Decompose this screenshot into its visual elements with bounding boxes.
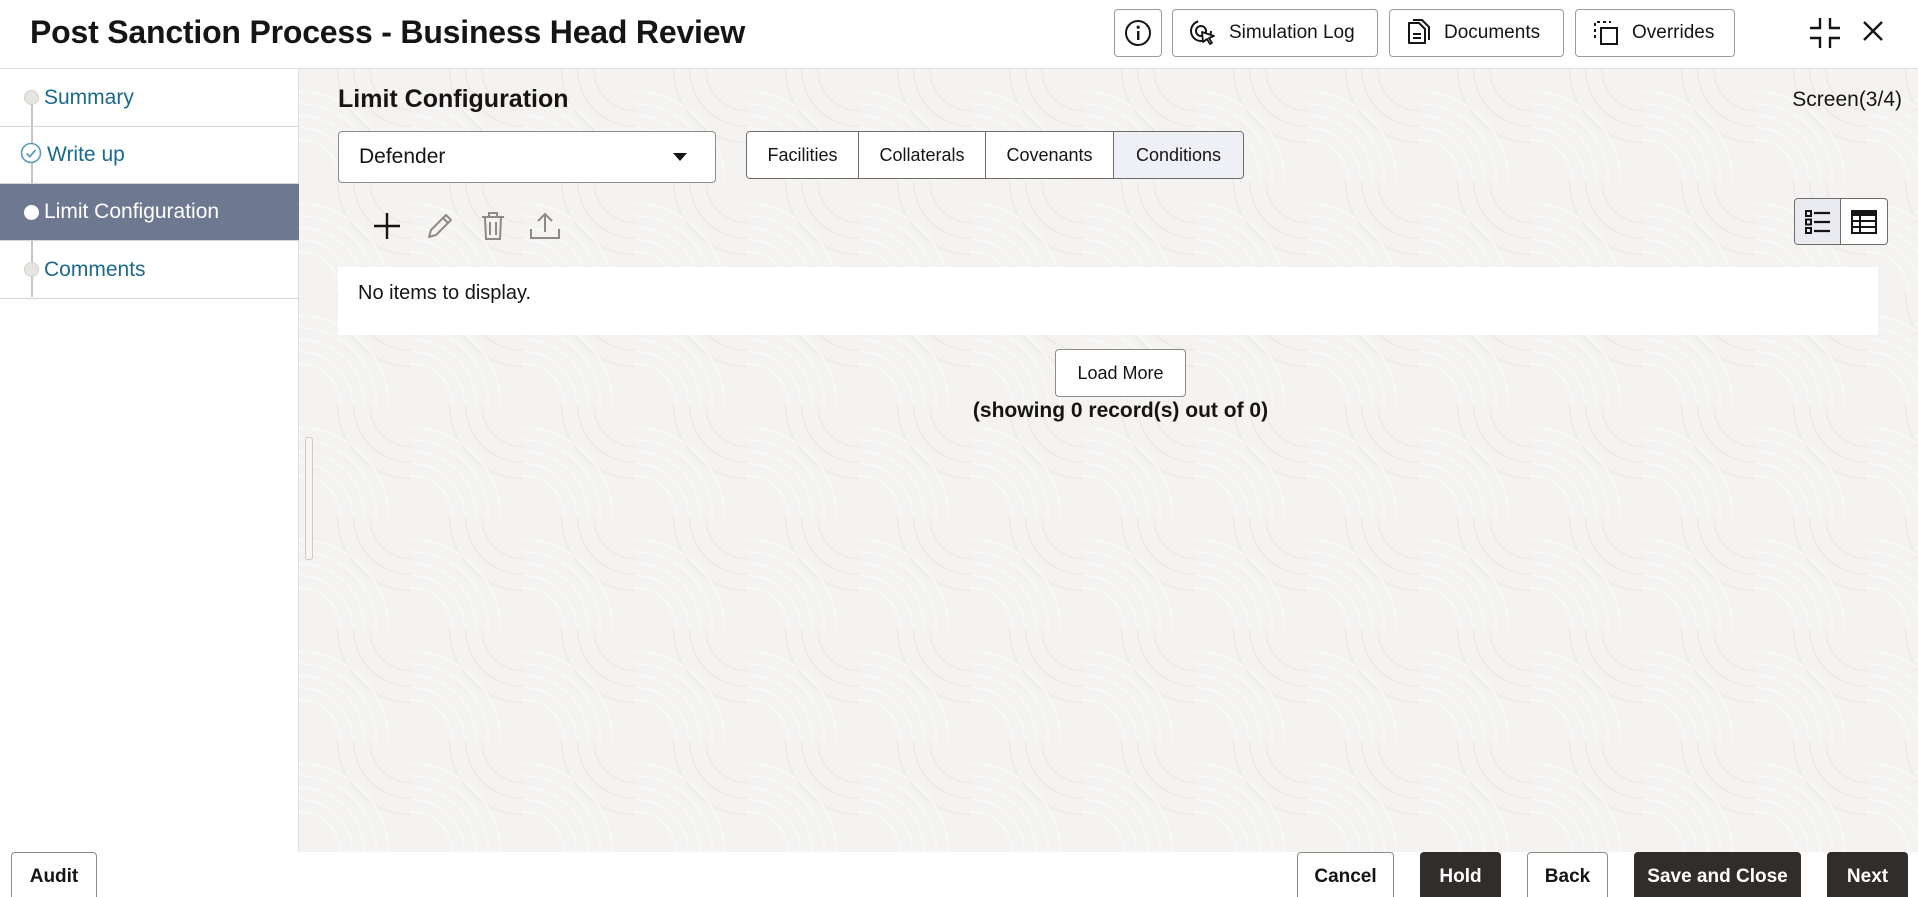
screen-counter: Screen(3/4) <box>1792 88 1902 111</box>
edit-icon[interactable] <box>425 210 455 247</box>
delete-icon[interactable] <box>479 210 507 247</box>
chevron-down-icon <box>673 153 687 161</box>
next-button[interactable]: Next <box>1827 852 1908 897</box>
info-icon <box>1125 20 1151 46</box>
load-more-button[interactable]: Load More <box>1055 349 1186 397</box>
party-select-value: Defender <box>359 145 446 168</box>
sidebar-item-label: Comments <box>44 257 146 281</box>
documents-icon <box>1408 19 1430 44</box>
sidebar-item-label: Summary <box>44 85 134 109</box>
view-toggle <box>1794 198 1888 245</box>
step-dot <box>24 262 39 277</box>
simulation-log-button[interactable]: Simulation Log <box>1172 9 1378 57</box>
section-title: Limit Configuration <box>338 85 569 113</box>
audit-button[interactable]: Audit <box>11 852 97 897</box>
step-dot <box>24 90 39 105</box>
overrides-button[interactable]: Overrides <box>1575 9 1735 57</box>
record-count: (showing 0 record(s) out of 0) <box>972 399 1269 422</box>
save-and-close-button[interactable]: Save and Close <box>1634 852 1801 897</box>
hold-button[interactable]: Hold <box>1420 852 1501 897</box>
documents-button[interactable]: Documents <box>1389 9 1564 57</box>
overrides-icon <box>1594 21 1618 45</box>
sidebar-item-summary[interactable]: Summary <box>0 69 299 127</box>
documents-label: Documents <box>1444 22 1541 43</box>
main-content: Limit Configuration Screen(3/4) Defender… <box>299 69 1918 852</box>
simulation-icon <box>1190 20 1215 45</box>
tab-conditions[interactable]: Conditions <box>1114 132 1243 178</box>
info-button[interactable] <box>1114 9 1162 57</box>
add-icon[interactable] <box>371 210 403 247</box>
sidebar-item-limit-configuration[interactable]: Limit Configuration <box>0 184 299 241</box>
table-view-icon[interactable] <box>1841 199 1887 244</box>
footer: Audit Cancel Hold Back Save and Close Ne… <box>0 852 1918 897</box>
close-icon[interactable] <box>1858 16 1888 51</box>
empty-message: No items to display. <box>358 282 532 304</box>
sidebar-item-write-up[interactable]: Write up <box>0 127 299 184</box>
overrides-label: Overrides <box>1632 22 1715 43</box>
sidebar-item-label: Limit Configuration <box>44 200 220 223</box>
sidebar-item-label: Write up <box>47 143 125 166</box>
sidebar-item-comments[interactable]: Comments <box>0 241 299 299</box>
list-view-icon[interactable] <box>1795 199 1842 244</box>
collapse-icon[interactable] <box>1808 16 1842 55</box>
simulation-log-label: Simulation Log <box>1229 22 1355 43</box>
header: Post Sanction Process - Business Head Re… <box>0 0 1918 69</box>
conditions-list: No items to display. <box>338 267 1878 335</box>
back-button[interactable]: Back <box>1527 852 1608 897</box>
cancel-button[interactable]: Cancel <box>1297 852 1394 897</box>
tab-collaterals[interactable]: Collaterals <box>859 132 986 178</box>
panel-resize-handle[interactable] <box>305 437 313 560</box>
tab-facilities[interactable]: Facilities <box>747 132 859 178</box>
page-title: Post Sanction Process - Business Head Re… <box>30 14 746 50</box>
process-train-sidebar: Summary Write up Limit Configuration Com… <box>0 69 299 852</box>
check-circle-icon <box>20 142 42 169</box>
upload-icon[interactable] <box>528 210 562 247</box>
party-select[interactable]: Defender <box>338 131 716 183</box>
tab-covenants[interactable]: Covenants <box>986 132 1114 178</box>
limit-tabs: Facilities Collaterals Covenants Conditi… <box>746 131 1244 179</box>
step-dot <box>24 204 39 220</box>
